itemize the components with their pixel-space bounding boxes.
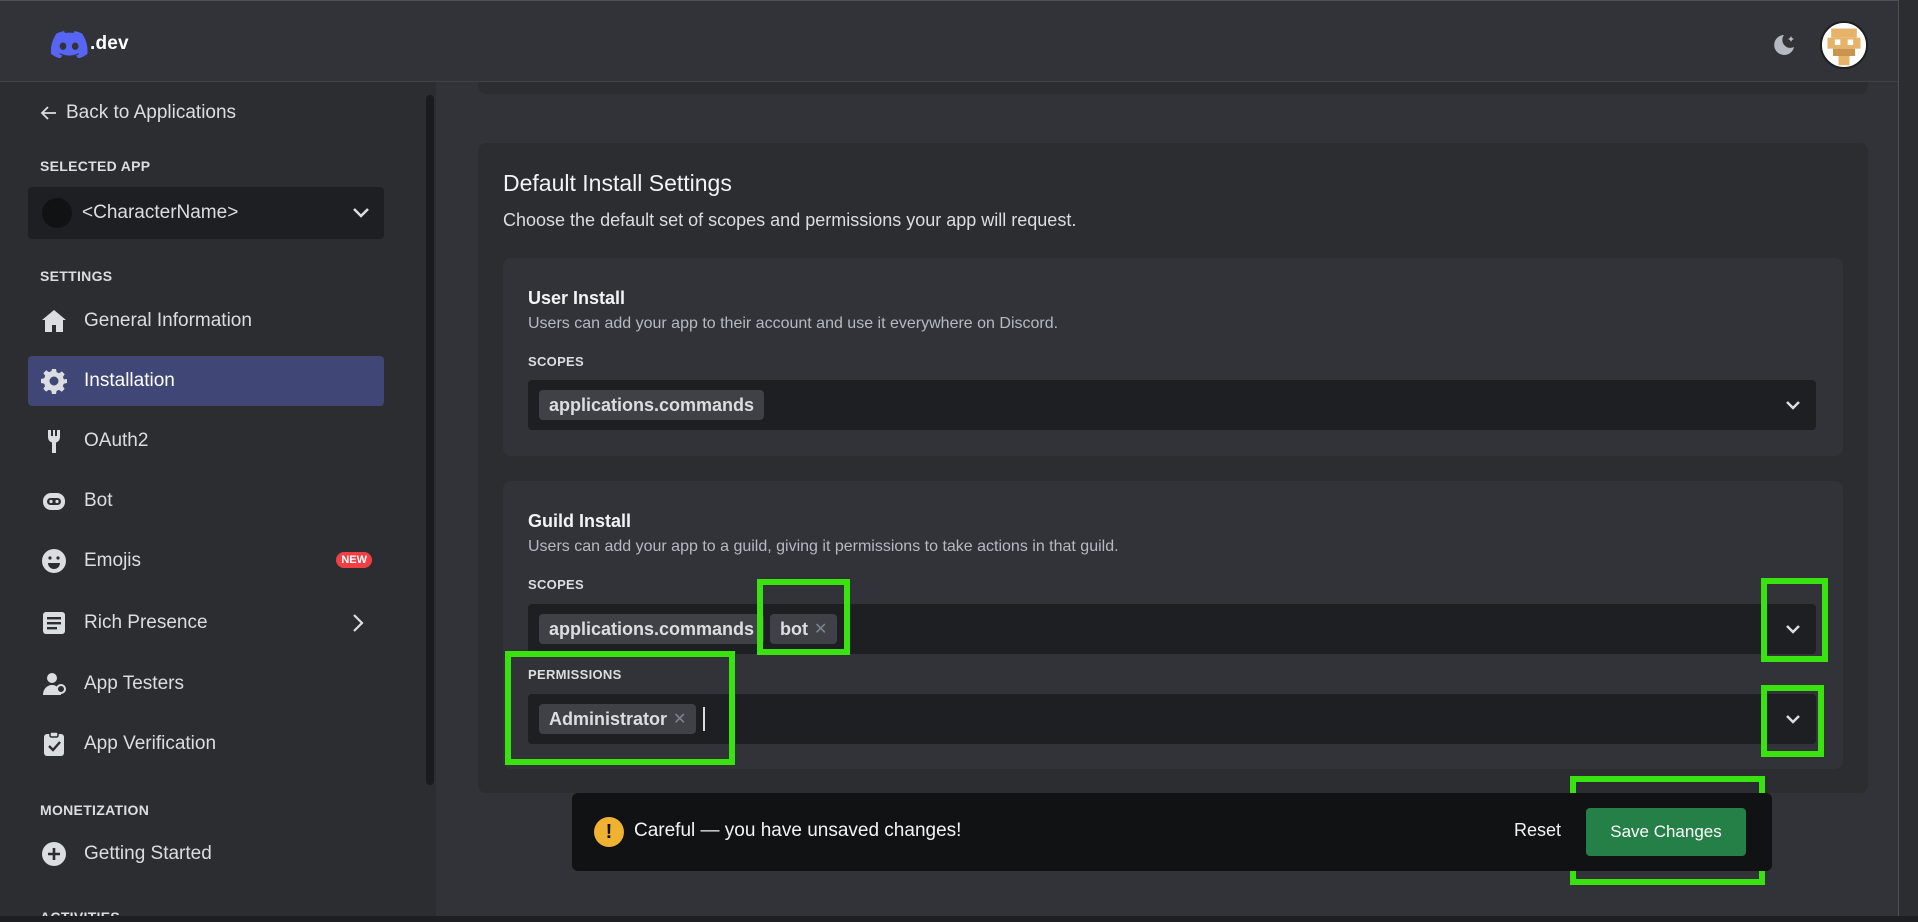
discord-dev-logo[interactable]: .dev [50,29,129,59]
selected-app-heading: SELECTED APP [40,158,151,174]
app-root: .dev Back to Applications SELECTED APP <… [0,0,1918,922]
user-icon [38,668,70,700]
permission-tag: Administrator ✕ [539,704,697,734]
unsaved-changes-message: Careful — you have unsaved changes! [634,820,962,841]
sidebar-item-rich-presence[interactable]: Rich Presence [28,598,384,648]
window-right-edge [1898,0,1918,922]
sidebar: Back to Applications SELECTED APP <Chara… [0,82,422,922]
user-scopes-select[interactable]: applications.commands [528,380,1816,430]
gear-icon [38,365,70,397]
monetization-heading: MONETIZATION [40,802,150,818]
document-icon [38,607,70,639]
remove-tag-icon[interactable]: ✕ [814,619,827,639]
discord-logo-icon [50,31,88,58]
scope-tag-bot: bot ✕ [770,614,838,644]
guild-install-description: Users can add your app to a guild, givin… [528,538,1119,555]
settings-heading: SETTINGS [40,268,113,284]
sidebar-item-label: OAuth2 [84,430,149,451]
new-badge: NEW [336,552,372,568]
sidebar-item-label: Bot [84,490,113,511]
bot-icon [38,485,70,517]
user-scopes-label: SCOPES [528,354,584,369]
chevron-down-icon[interactable] [1782,618,1804,640]
chevron-down-icon[interactable] [1782,394,1804,416]
theme-toggle-moon-icon[interactable] [1770,31,1798,59]
unsaved-changes-bar: ! Careful — you have unsaved changes! Re… [572,793,1772,871]
user-install-description: Users can add your app to their account … [528,315,1059,332]
selected-app-name: <CharacterName> [82,202,239,223]
user-install-title: User Install [528,288,626,308]
app-selector-dropdown[interactable]: <CharacterName> [28,187,384,239]
guild-permissions-label: PERMISSIONS [528,667,622,682]
sidebar-item-label: Getting Started [84,843,212,864]
page-section-description: Choose the default set of scopes and per… [503,210,1077,230]
page-section-title: Default Install Settings [503,170,732,196]
arrow-left-icon [40,106,56,120]
sidebar-item-label: Emojis [84,550,142,571]
guild-install-title: Guild Install [528,511,632,531]
scope-tag: applications.commands [539,614,765,644]
guild-scopes-select[interactable]: applications.commands bot ✕ [528,604,1816,654]
reset-button[interactable]: Reset [1514,820,1561,841]
top-bar: .dev [0,0,1898,82]
home-icon [38,305,70,337]
chevron-right-icon [353,614,364,632]
back-to-applications-link[interactable]: Back to Applications [40,102,236,124]
back-link-label: Back to Applications [66,102,237,123]
pixel-avatar-icon [1822,23,1866,67]
sidebar-item-bot[interactable]: Bot [28,476,384,526]
previous-card-bottom [478,82,1868,94]
sidebar-item-label: Rich Presence [84,612,208,633]
sidebar-item-app-verification[interactable]: App Verification [28,719,384,769]
chevron-down-icon [353,208,369,218]
save-changes-button[interactable]: Save Changes [1586,808,1746,856]
user-avatar[interactable] [1820,21,1868,69]
sidebar-item-getting-started[interactable]: Getting Started [28,829,384,879]
sidebar-item-emojis[interactable]: Emojis NEW [28,536,384,586]
window-bottom-strip [0,916,1918,922]
sidebar-item-label: Installation [84,370,175,391]
remove-tag-icon[interactable]: ✕ [673,709,686,729]
text-caret [703,707,705,731]
app-icon [42,198,72,228]
warning-icon: ! [594,817,624,847]
permission-tag-label: Administrator [549,708,668,729]
guild-permissions-select[interactable]: Administrator ✕ [528,694,1816,744]
clipboard-check-icon [38,728,70,760]
guild-scopes-label: SCOPES [528,577,584,592]
sidebar-item-label: App Verification [84,733,217,754]
sidebar-item-label: General Information [84,310,252,331]
scope-tag-label: applications.commands [549,618,755,639]
logo-text: .dev [90,33,129,54]
sidebar-item-label: App Testers [84,673,184,694]
sidebar-scrollbar-thumb[interactable] [426,95,434,785]
plus-circle-icon [38,838,70,870]
smile-icon [38,545,70,577]
sidebar-item-app-testers[interactable]: App Testers [28,659,384,709]
sidebar-item-installation[interactable]: Installation [28,356,384,406]
wrench-icon [38,425,70,457]
scope-tag-label: bot [780,618,808,639]
scope-tag: applications.commands [539,390,765,420]
chevron-down-icon[interactable] [1782,708,1804,730]
sidebar-item-general-information[interactable]: General Information [28,296,384,346]
sidebar-item-oauth2[interactable]: OAuth2 [28,416,384,466]
scope-tag-label: applications.commands [549,394,755,415]
